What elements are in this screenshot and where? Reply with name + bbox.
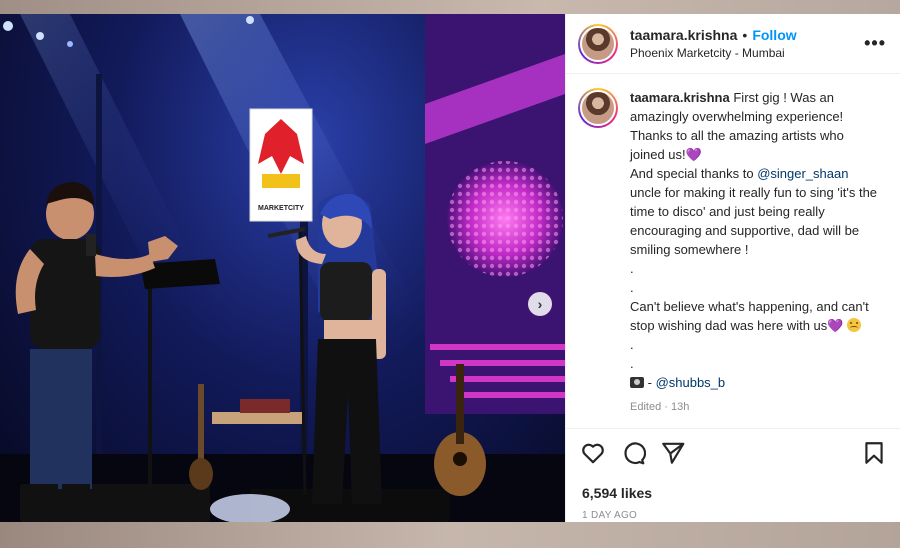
sad-face-icon [847,318,862,332]
credit-separator: - [644,375,656,390]
sign-brand-text: MARKETCITY [258,205,304,212]
caption-section: taamara.krishna First gig ! Was an amazi… [566,74,900,424]
share-icon[interactable] [660,440,686,466]
caption-credit: - @shubbs_b [630,373,878,392]
header-text: taamara.krishna • Follow Phoenix Marketc… [630,27,864,60]
likes-count[interactable]: 6,594 likes [582,485,652,501]
camera-icon [630,377,644,388]
follow-button[interactable]: Follow [752,27,796,43]
caption-dot-4: . [630,356,634,371]
purple-heart-icon: 💜 [685,147,702,162]
caption-username-link[interactable]: taamara.krishna [630,90,730,105]
post-time-ago: 1 DAY AGO [582,510,638,521]
caption-paragraph-1: taamara.krishna First gig ! Was an amazi… [630,88,878,164]
action-bar [566,428,900,476]
caption-dot-3: . [630,337,634,352]
caption-avatar[interactable] [578,88,618,128]
avatar-image [580,90,616,126]
bookmark-icon[interactable] [861,440,887,466]
post-photo[interactable]: MARKETCITY › [0,14,565,522]
comment-icon[interactable] [620,440,646,466]
carousel-next-button[interactable]: › [528,292,552,316]
edited-timestamp: Edited · 13h [630,401,690,413]
username-link[interactable]: taamara.krishna [630,27,737,43]
caption-line-2-post: uncle for making it really fun to sing '… [630,185,878,257]
more-options-icon[interactable]: ••• [864,33,886,54]
caption-dot-2: . [630,280,634,295]
caption-line-2-pre: And special thanks to [630,166,758,181]
caption-paragraph-3: Can't believe what's happening, and can'… [630,297,878,335]
post-side-panel: taamara.krishna • Follow Phoenix Marketc… [565,14,900,522]
avatar-image [580,25,616,62]
heart-icon[interactable] [580,440,606,466]
concert-photo-illustration: MARKETCITY [0,14,565,522]
separator-dot: • [742,27,748,43]
avatar[interactable] [578,23,618,64]
mention-singer-shaan-link[interactable]: @singer_shaan [757,166,848,181]
purple-heart-icon: 💜 [827,318,844,333]
caption-paragraph-2: And special thanks to @singer_shaan uncl… [630,164,878,259]
post-header: taamara.krishna • Follow Phoenix Marketc… [566,14,900,74]
chevron-right-icon: › [537,296,543,312]
header-row: taamara.krishna • Follow [630,27,864,43]
background-bottom [0,522,900,548]
caption-dot-1: . [630,261,634,276]
mention-shubbs-b-link[interactable]: @shubbs_b [656,375,726,390]
background-top [0,0,900,14]
caption-text: taamara.krishna First gig ! Was an amazi… [630,88,878,424]
location-link[interactable]: Phoenix Marketcity - Mumbai [630,46,864,60]
